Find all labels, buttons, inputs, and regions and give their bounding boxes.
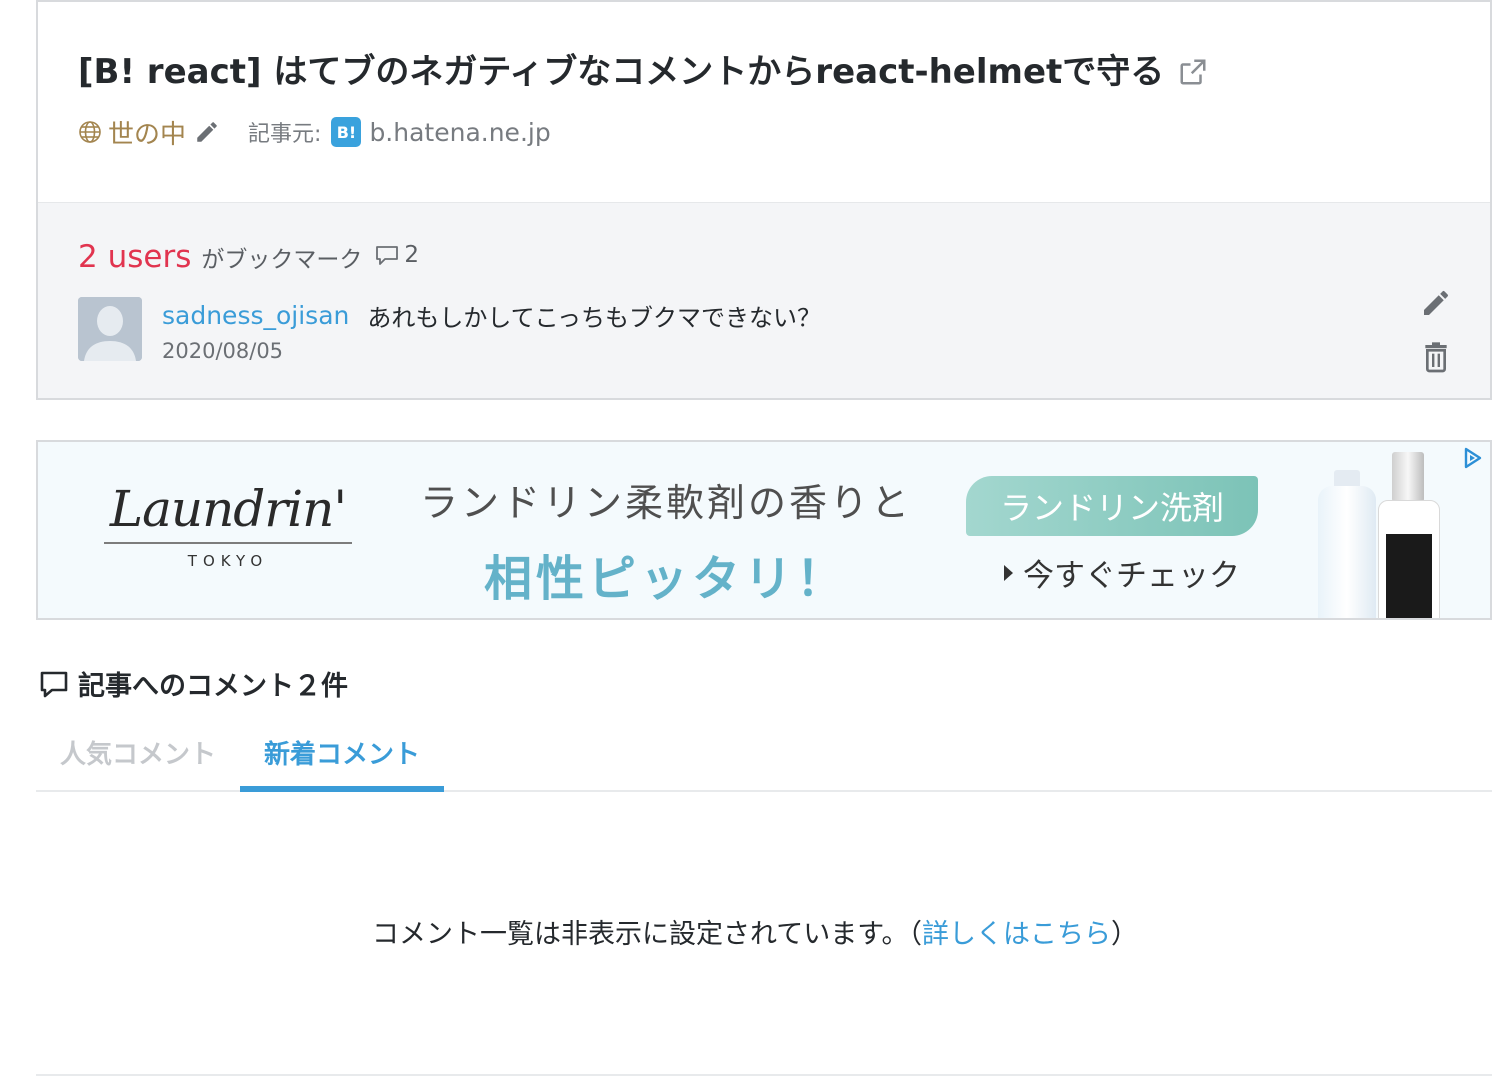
ad-headline-line1: ランドリン柔軟剤の香りと [419,481,912,525]
comment-tabs: 人気コメント 新着コメント [36,720,1492,792]
details-link[interactable]: 詳しくはこちら [922,919,1111,950]
comment-count-value: 2 [404,242,419,268]
bookmark-body: sadness_ojisan あれもしかしてこっちもブクマできない？ 2020/… [162,297,821,364]
tab-new-comments[interactable]: 新着コメント [264,734,420,771]
comments-heading: 記事へのコメント２件 [38,664,348,703]
bookmark-comment: あれもしかしてこっちもブクマできない？ [367,303,821,332]
users-line: 2 users がブックマーク 2 [78,239,1450,279]
ad-cta[interactable]: 今すぐチェック [1004,550,1240,595]
product-bottle [1318,486,1376,618]
category-label[interactable]: 世の中 [108,114,186,151]
category-link[interactable]: 世の中 [78,114,186,151]
entry-title[interactable]: [B! react] はてブのネガティブなコメントからreact-helmetで… [78,50,1450,94]
comments-hidden-notice: コメント一覧は非表示に設定されています。（詳しくはこちら） [0,912,1510,951]
ad-brand-logo: Laundrin' TOKYO [98,480,358,570]
entry-title-text[interactable]: [B! react] はてブのネガティブなコメントからreact-helmetで… [78,50,1164,94]
entry-card: [B! react] はてブのネガティブなコメントからreact-helmetで… [36,0,1492,400]
globe-icon [79,121,101,143]
pencil-icon[interactable] [194,119,220,145]
bookmark-actions [1420,287,1452,373]
ad-brand-rule [104,542,352,544]
ad-badge: ランドリン洗剤 [966,476,1258,536]
play-triangle-icon [1004,564,1013,581]
bookmark-user-link[interactable]: sadness_ojisan [162,301,349,330]
users-suffix: がブックマーク [201,247,363,273]
active-tab-indicator [240,786,444,792]
bookmark-item: sadness_ojisan あれもしかしてこっちもブクマできない？ 2020/… [78,297,1450,363]
avatar-placeholder [78,297,142,361]
bookmark-date[interactable]: 2020/08/05 [162,339,821,363]
product-bottle-label [1386,534,1432,618]
entry-header: [B! react] はてブのネガティブなコメントからreact-helmetで… [38,2,1490,202]
external-link-icon[interactable] [1178,57,1208,87]
ad-brand-sub: TOKYO [187,552,269,570]
edit-icon[interactable] [1420,287,1452,319]
comments-heading-text: 記事へのコメント２件 [78,671,348,702]
ad-banner[interactable]: Laundrin' TOKYO ランドリン柔軟剤の香りと 相性ピッタリ！ ランド… [36,440,1492,620]
source-domain-link[interactable]: b.hatena.ne.jp [369,118,550,147]
ad-headline: ランドリン柔軟剤の香りと 相性ピッタリ！ [416,472,916,609]
tab-popular-comments[interactable]: 人気コメント [60,734,216,771]
avatar[interactable] [78,297,142,361]
adchoices-icon[interactable] [1460,446,1484,470]
bookmark-summary: 2 users がブックマーク 2 sadness_ojisan あれもしかして… [38,202,1490,398]
hidden-notice-text: コメント一覧は非表示に設定されています。（ [372,919,922,950]
ad-cta-label[interactable]: 今すぐチェック [1023,550,1240,595]
source-label: 記事元: [248,122,322,147]
comment-bubble-icon [40,671,68,697]
ad-headline-line2: 相性ピッタリ！ [483,551,848,607]
users-count-link[interactable]: 2 users [78,239,191,275]
hidden-notice-close: ） [1111,919,1138,950]
divider [36,1074,1492,1076]
hatena-favicon: B! [331,117,362,147]
ad-brand-name: Laundrin' [109,480,347,538]
entry-meta: 世の中 記事元: B! b.hatena.ne.jp [78,114,1450,150]
trash-icon[interactable] [1420,341,1452,373]
comment-count[interactable]: 2 [374,242,419,268]
product-bottle-cap [1392,452,1424,502]
comment-bubble-icon [376,246,399,265]
bookmark-line: sadness_ojisan あれもしかしてこっちもブクマできない？ [162,297,821,333]
